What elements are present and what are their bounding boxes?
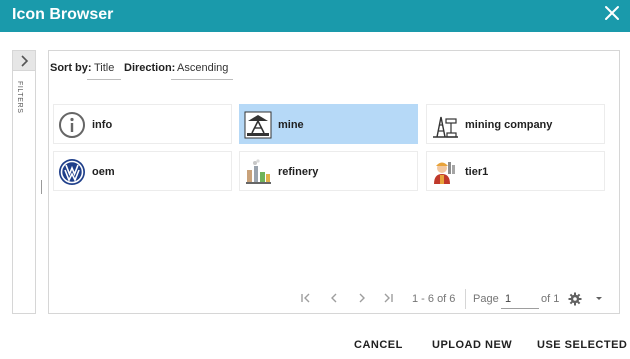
icon-tile-label: refinery bbox=[278, 166, 319, 178]
chevron-down-icon[interactable] bbox=[592, 291, 606, 305]
filters-label: FILTERS bbox=[16, 81, 23, 114]
icon-browser-panel: Sort by: Title Direction: Ascending info… bbox=[48, 50, 620, 314]
sort-bar: Sort by: Title Direction: Ascending bbox=[49, 51, 619, 85]
first-page-icon[interactable] bbox=[299, 291, 313, 305]
icon-tile-info[interactable]: info bbox=[53, 104, 232, 144]
direction-underline bbox=[171, 79, 233, 80]
vw-logo-icon bbox=[59, 159, 85, 185]
icon-tile-mine[interactable]: mine bbox=[239, 104, 418, 144]
pager-range: 1 - 6 of 6 bbox=[412, 293, 456, 305]
sort-by-underline bbox=[87, 79, 121, 80]
info-circle-icon bbox=[59, 112, 85, 138]
sort-by-dropdown[interactable]: Title bbox=[94, 62, 114, 74]
next-page-icon[interactable] bbox=[355, 291, 369, 305]
icon-tile-oem[interactable]: oem bbox=[53, 151, 232, 191]
panel-splitter-handle[interactable] bbox=[41, 180, 42, 194]
chevron-right-icon bbox=[21, 55, 29, 67]
icon-tile-label: tier1 bbox=[465, 166, 489, 178]
use-selected-button[interactable]: USE SELECTED bbox=[537, 339, 627, 351]
page-count-label: of 1 bbox=[541, 293, 560, 305]
mine-icon bbox=[244, 111, 272, 139]
sort-by-label: Sort by: bbox=[50, 62, 92, 74]
close-icon[interactable] bbox=[603, 4, 621, 22]
refinery-icon bbox=[246, 159, 271, 184]
last-page-icon[interactable] bbox=[381, 291, 395, 305]
previous-page-icon[interactable] bbox=[327, 291, 341, 305]
dialog-titlebar: Icon Browser bbox=[0, 0, 630, 32]
page-label: Page bbox=[473, 293, 499, 305]
icon-tile-label: mining company bbox=[465, 119, 553, 131]
icon-tile-label: oem bbox=[92, 166, 115, 178]
icon-tile-mining-company[interactable]: mining company bbox=[426, 104, 605, 144]
pager: 1 - 6 of 6 Page of 1 bbox=[49, 287, 619, 311]
filters-panel: FILTERS bbox=[12, 50, 36, 314]
icon-tile-label: mine bbox=[278, 119, 304, 131]
icon-tile-label: info bbox=[92, 119, 113, 131]
icon-tile-refinery[interactable]: refinery bbox=[239, 151, 418, 191]
dialog-title: Icon Browser bbox=[12, 6, 114, 23]
direction-label: Direction: bbox=[124, 62, 176, 74]
direction-dropdown[interactable]: Ascending bbox=[177, 62, 228, 74]
upload-new-button[interactable]: UPLOAD NEW bbox=[432, 339, 512, 351]
pager-separator bbox=[465, 289, 466, 309]
filters-toggle-button[interactable] bbox=[13, 51, 35, 71]
worker-icon bbox=[434, 162, 455, 184]
page-number-input[interactable] bbox=[501, 289, 539, 309]
icon-tile-tier1[interactable]: tier1 bbox=[426, 151, 605, 191]
gear-icon[interactable] bbox=[568, 292, 582, 306]
cancel-button[interactable]: CANCEL bbox=[354, 339, 403, 351]
oil-derrick-icon bbox=[433, 116, 458, 138]
